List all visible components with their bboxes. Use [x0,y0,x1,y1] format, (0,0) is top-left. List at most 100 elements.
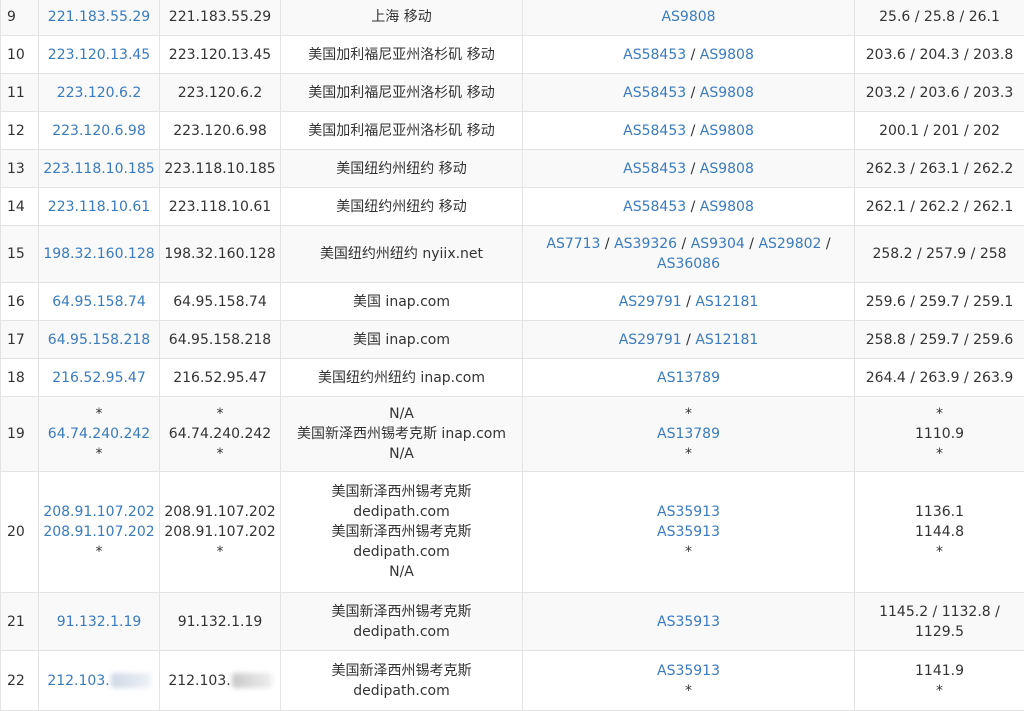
hostname-text: 216.52.95.47 [164,368,276,388]
asn-link[interactable]: AS35913 [657,663,720,679]
ip-link[interactable]: 64.74.240.242 [43,424,155,444]
hostname-cell: 223.118.10.185 [160,150,281,188]
location-cell: 美国纽约州纽约 移动 [281,150,523,188]
hop-row: 15198.32.160.128198.32.160.128美国纽约州纽约 ny… [1,226,1024,283]
hostname-text: * [164,542,276,562]
hop-number: 9 [1,0,39,36]
ip-link[interactable]: 223.118.10.61 [43,197,155,217]
hop-number: 12 [1,112,39,150]
ip-link[interactable]: 221.183.55.29 [43,7,155,27]
ip-link[interactable]: 64.95.158.74 [43,292,155,312]
asn-link[interactable]: AS58453 [623,85,686,101]
location-cell: 美国新泽西州锡考克斯 dedipath.com [281,651,523,711]
ip-cell: *64.74.240.242* [39,397,160,472]
location-text: 美国纽约州纽约 移动 [285,197,518,217]
latency-cell: 258.8 / 259.7 / 259.6 [855,321,1024,359]
hostname-cell: 223.120.13.45 [160,36,281,74]
asn-link[interactable]: AS58453 [623,47,686,63]
location-text: 美国加利福尼亚州洛杉矶 移动 [285,45,518,65]
asn-separator: / [686,161,700,177]
location-cell: 美国纽约州纽约 nyiix.net [281,226,523,283]
location-cell: 美国纽约州纽约 移动 [281,188,523,226]
asn-link[interactable]: AS13789 [657,426,720,442]
asn-link[interactable]: AS58453 [623,199,686,215]
asn-link[interactable]: AS35913 [657,504,720,520]
ip-link[interactable]: 64.95.158.218 [43,330,155,350]
asn-link[interactable]: AS39326 [614,236,677,252]
asn-link[interactable]: AS58453 [623,161,686,177]
ip-link[interactable]: 208.91.107.202 [43,502,155,522]
asn-cell: AS29791 / AS12181 [523,283,855,321]
asn-link[interactable]: AS9808 [700,85,754,101]
location-text: N/A [285,444,518,464]
hostname-cell: 216.52.95.47 [160,359,281,397]
latency-text: * [859,542,1020,562]
asn-link[interactable]: AS29791 [619,332,682,348]
asn-link[interactable]: AS29791 [619,294,682,310]
hostname-text: 64.95.158.218 [164,330,276,350]
latency-cell: 203.6 / 204.3 / 203.8 [855,36,1024,74]
asn-cell: AS29791 / AS12181 [523,321,855,359]
asn-link[interactable]: AS9304 [691,236,745,252]
ip-link[interactable]: 223.120.13.45 [43,45,155,65]
asn-link[interactable]: AS35913 [657,614,720,630]
asn-link[interactable]: AS13789 [657,370,720,386]
asn-link[interactable]: AS9808 [700,47,754,63]
hostname-text: 64.95.158.74 [164,292,276,312]
hostname-text: 212.103. [164,671,276,691]
ip-link[interactable]: 208.91.107.202 [43,522,155,542]
latency-text: 1136.1 [859,502,1020,522]
ip-cell: 208.91.107.202208.91.107.202* [39,472,160,593]
ip-link[interactable]: 216.52.95.47 [43,368,155,388]
hostname-text: 223.120.13.45 [164,45,276,65]
hop-row: 1764.95.158.21864.95.158.218美国 inap.comA… [1,321,1024,359]
asn-line: AS58453 / AS9808 [527,159,850,179]
latency-text: 264.4 / 263.9 / 263.9 [859,368,1020,388]
asn-link[interactable]: AS9808 [700,123,754,139]
asn-separator: / [682,332,696,348]
asn-link[interactable]: AS9808 [700,161,754,177]
ip-link[interactable]: 198.32.160.128 [43,244,155,264]
hop-number: 14 [1,188,39,226]
ip-link[interactable]: 223.118.10.185 [43,159,155,179]
location-text: 美国新泽西州锡考克斯 inap.com [285,424,518,444]
hostname-text: 64.74.240.242 [164,424,276,444]
location-text: N/A [285,562,518,582]
asn-link[interactable]: AS29802 [758,236,821,252]
ip-cell: 91.132.1.19 [39,593,160,651]
asn-link[interactable]: AS12181 [695,294,758,310]
asn-cell: AS9808 [523,0,855,36]
ip-link[interactable]: 223.120.6.98 [43,121,155,141]
latency-cell: 200.1 / 201 / 202 [855,112,1024,150]
ip-cell: 223.120.6.98 [39,112,160,150]
asn-link[interactable]: AS7713 [546,236,600,252]
asn-link[interactable]: AS35913 [657,524,720,540]
latency-text: 258.2 / 257.9 / 258 [859,244,1020,264]
ip-link[interactable]: 91.132.1.19 [43,612,155,632]
latency-text: 1144.8 [859,522,1020,542]
ip-cell: 223.120.6.2 [39,74,160,112]
latency-cell: *1110.9* [855,397,1024,472]
latency-cell: 1136.11144.8* [855,472,1024,593]
asn-link[interactable]: AS58453 [623,123,686,139]
ip-link[interactable]: 223.120.6.2 [43,83,155,103]
asn-link[interactable]: AS12181 [695,332,758,348]
asn-separator: / [821,236,830,252]
hop-number: 22 [1,651,39,711]
ip-link[interactable]: 212.103. [43,671,155,691]
location-text: 美国新泽西州锡考克斯 dedipath.com [285,522,518,562]
asn-link[interactable]: AS36086 [657,256,720,272]
asn-link[interactable]: AS9808 [661,9,715,25]
no-reply-marker: * [43,444,155,464]
hostname-text: 198.32.160.128 [164,244,276,264]
location-text: 美国新泽西州锡考克斯 dedipath.com [285,482,518,522]
hop-number: 19 [1,397,39,472]
ip-cell: 198.32.160.128 [39,226,160,283]
asn-link[interactable]: AS9808 [700,199,754,215]
hostname-text: * [164,444,276,464]
ip-cell: 223.118.10.185 [39,150,160,188]
hop-row: 18216.52.95.47216.52.95.47美国纽约州纽约 inap.c… [1,359,1024,397]
hostname-text: 208.91.107.202 [164,502,276,522]
redacted-mask [111,673,151,688]
hop-row: 19*64.74.240.242**64.74.240.242*N/A美国新泽西… [1,397,1024,472]
